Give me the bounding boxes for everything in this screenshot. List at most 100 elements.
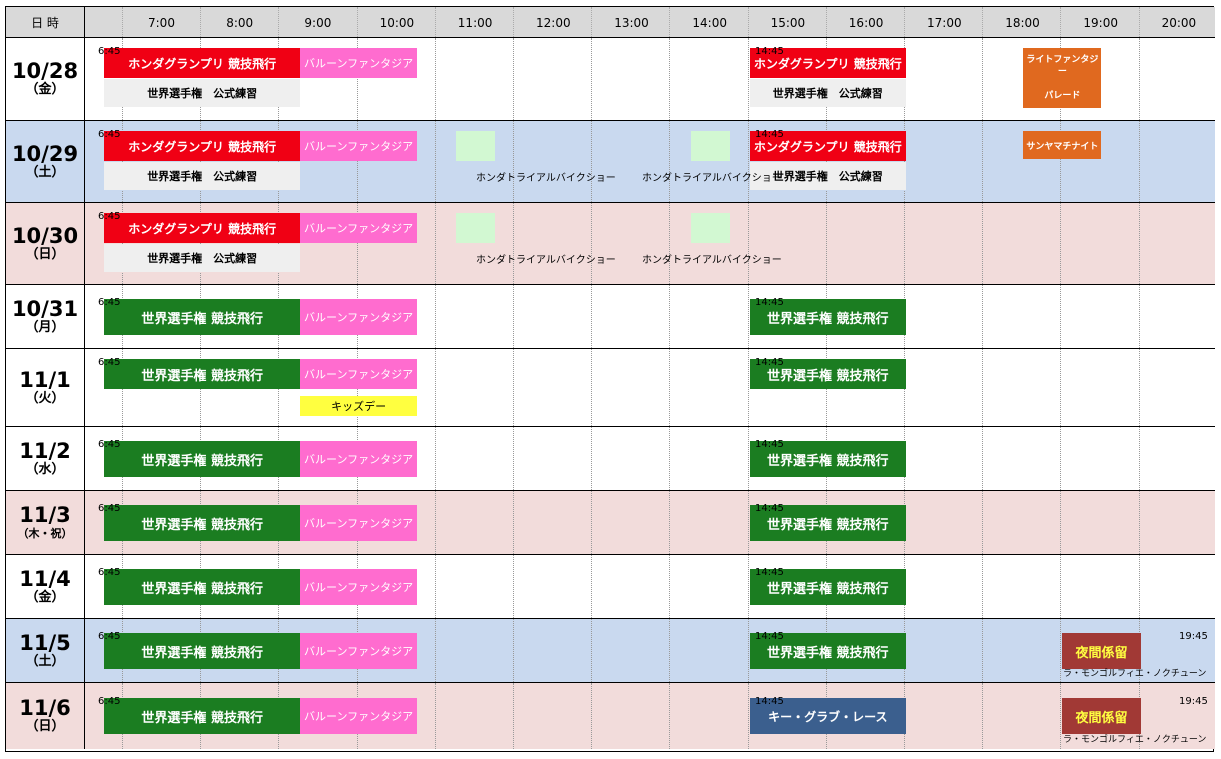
event-green-block[interactable]: 世界選手権 競技飛行 <box>104 698 300 734</box>
event-pink-block[interactable]: バルーンファンタジア <box>299 633 418 669</box>
event-gray-block[interactable]: 世界選手権 公式練習 <box>749 79 906 107</box>
event-pink-block[interactable]: バルーンファンタジア <box>299 359 418 389</box>
event-green-block[interactable]: 世界選手権 競技飛行 <box>104 441 300 477</box>
event-red-block[interactable]: ホンダグランプリ 競技飛行 <box>104 131 300 161</box>
event-maroon-block[interactable]: 夜間係留 <box>1062 633 1141 669</box>
event-green-block[interactable]: 世界選手権 競技飛行 <box>104 299 300 335</box>
hour-gridline <box>747 683 749 749</box>
event-green-block[interactable]: 世界選手権 競技飛行 <box>104 569 300 605</box>
day-cell: 11/2 （水） <box>6 427 85 490</box>
day-row: 11/6 （日） 世界選手権 競技飛行 バルーンファンタジア キー・グラブ・レース 夜間係… <box>6 683 1215 749</box>
day-date: 10/29 <box>11 141 79 166</box>
day-cell: 11/3 （木・祝） <box>6 491 85 554</box>
hour-gridline <box>434 619 436 682</box>
day-weekday: （金） <box>25 82 65 97</box>
event-caption: ラ・モンゴルフィエ・ノクチューン <box>1063 669 1207 679</box>
event-pink-block[interactable]: バルーンファンタジア <box>299 131 418 161</box>
hour-gridline <box>1060 491 1062 554</box>
day-weekday: （土） <box>25 164 65 180</box>
header-hour: 10:00 <box>379 16 415 30</box>
hour-gridline <box>513 619 514 682</box>
event-schedule: 日 時 7:00 8:00 9:00 10:00 11:00 12:00 13:00 14:00… <box>5 6 1215 752</box>
hour-gridline <box>434 491 436 554</box>
hour-gridline <box>513 285 514 348</box>
hour-gridline <box>1060 555 1062 618</box>
event-green-block[interactable]: 世界選手権 競技飛行 <box>104 505 300 541</box>
event-orange-block[interactable]: ライトファンタジー パレード <box>1023 48 1102 108</box>
hour-gridline <box>669 491 671 554</box>
day-weekday: （日） <box>25 719 65 734</box>
start-time-label: 19:45 <box>1179 696 1208 707</box>
hour-gridline <box>513 491 514 554</box>
hour-gridline <box>1138 7 1140 37</box>
hour-gridline <box>513 203 514 284</box>
hour-gridline <box>1060 683 1062 749</box>
event-yellow-block[interactable]: キッズデー <box>299 396 418 416</box>
event-green-block[interactable]: 世界選手権 競技飛行 <box>104 633 300 669</box>
event-mint-block[interactable] <box>690 131 731 161</box>
hour-gridline <box>434 555 436 618</box>
hour-gridline <box>1138 491 1140 554</box>
hour-gridline <box>591 349 593 426</box>
hour-gridline <box>747 491 749 554</box>
start-time-label: 14:45 <box>755 297 784 308</box>
header-hour: 7:00 <box>148 16 175 30</box>
hour-gridline <box>1060 203 1062 284</box>
event-pink-block[interactable]: バルーンファンタジア <box>299 505 418 541</box>
event-pink-block[interactable]: バルーンファンタジア <box>299 698 418 734</box>
hour-gridline <box>1138 38 1140 120</box>
event-pink-block[interactable]: バルーンファンタジア <box>299 299 418 335</box>
hour-gridline <box>1060 427 1062 490</box>
hour-gridline <box>591 683 593 749</box>
hour-gridline <box>1138 203 1140 284</box>
start-time-label: 14:45 <box>755 631 784 642</box>
header-hour: 17:00 <box>927 16 962 30</box>
hour-gridline <box>982 427 984 490</box>
hour-gridline <box>1060 285 1062 348</box>
hour-gridline <box>591 491 593 554</box>
hour-gridline <box>747 285 749 348</box>
hour-gridline <box>669 203 671 284</box>
hour-gridline <box>982 121 984 202</box>
event-green-block[interactable]: 世界選手権 競技飛行 <box>104 359 300 389</box>
event-gray-block[interactable]: 世界選手権 公式練習 <box>104 244 300 272</box>
hour-gridline <box>904 7 905 37</box>
start-time-label: 14:45 <box>755 503 784 514</box>
event-mint-block[interactable] <box>456 213 496 243</box>
hour-gridline <box>434 7 436 37</box>
event-caption: ホンダトライアルバイクショー <box>642 173 782 184</box>
event-maroon-block[interactable]: 夜間係留 <box>1062 698 1141 734</box>
hour-gridline <box>513 38 514 120</box>
event-gray-block[interactable]: 世界選手権 公式練習 <box>104 79 300 107</box>
hour-gridline <box>434 349 436 426</box>
day-row: 11/2 （水） 世界選手権 競技飛行 バルーンファンタジア 世界選手権 競技飛行 6:4… <box>6 427 1215 491</box>
header-hour: 16:00 <box>848 16 884 30</box>
day-date: 11/2 <box>19 438 71 463</box>
event-red-block[interactable]: ホンダグランプリ 競技飛行 <box>104 48 300 78</box>
hour-gridline <box>747 38 749 120</box>
event-mint-block[interactable] <box>690 213 731 243</box>
day-row: 10/31 （月） 世界選手権 競技飛行 バルーンファンタジア 世界選手権 競技飛行 6:… <box>6 285 1215 349</box>
event-pink-block[interactable]: バルーンファンタジア <box>299 441 418 477</box>
start-time-label: 6:45 <box>98 211 121 222</box>
start-time-label: 6:45 <box>98 503 121 514</box>
hour-gridline <box>747 555 749 618</box>
header-hour: 14:00 <box>692 16 727 30</box>
day-cell: 11/5 （土） <box>6 619 85 682</box>
day-row: 11/4 （金） 世界選手権 競技飛行 バルーンファンタジア 世界選手権 競技飛行 6:4… <box>6 555 1215 619</box>
event-pink-block[interactable]: バルーンファンタジア <box>299 48 418 78</box>
event-orange-block[interactable]: サンヤマチナイト <box>1023 131 1102 159</box>
day-cell: 11/6 （日） <box>6 683 85 749</box>
hour-gridline <box>669 285 671 348</box>
hour-gridline <box>513 7 514 37</box>
event-pink-block[interactable]: バルーンファンタジア <box>299 213 418 243</box>
day-row: 10/28 （金） ホンダグランプリ 競技飛行 世界選手権 公式練習 バルーンファンタジ… <box>6 38 1215 121</box>
hour-gridline <box>747 349 749 426</box>
event-gray-block[interactable]: 世界選手権 公式練習 <box>104 162 300 190</box>
hour-gridline <box>982 285 984 348</box>
event-red-block[interactable]: ホンダグランプリ 競技飛行 <box>104 213 300 243</box>
hour-gridline <box>904 203 905 284</box>
event-pink-block[interactable]: バルーンファンタジア <box>299 569 418 605</box>
day-cell: 10/29 （土） <box>6 121 85 202</box>
event-mint-block[interactable] <box>456 131 496 161</box>
